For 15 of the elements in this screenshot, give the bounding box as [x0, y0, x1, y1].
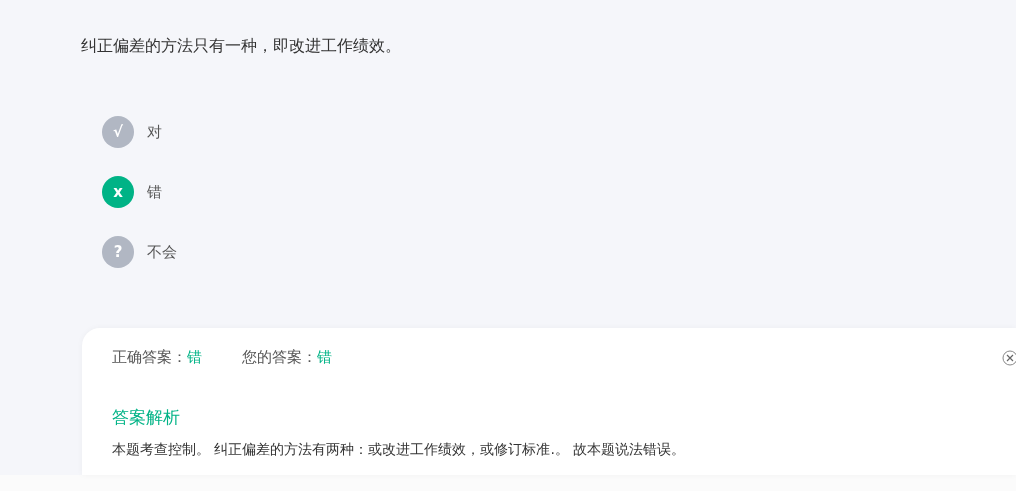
option-mark: x: [102, 176, 134, 208]
analysis-text: 本题考查控制。 纠正偏差的方法有两种：或改进工作绩效，或修订标准.。 故本题说法错误。: [112, 441, 687, 459]
question-text: 纠正偏差的方法只有一种，即改进工作绩效。: [81, 35, 402, 57]
answer-option[interactable]: x 错: [102, 176, 162, 208]
correct-answer: 正确答案：错: [112, 347, 202, 367]
option-label: 对: [147, 122, 162, 142]
close-icon[interactable]: [1002, 350, 1016, 366]
option-label: 不会: [147, 242, 177, 262]
analysis-title: 答案解析: [112, 406, 181, 429]
answer-option[interactable]: ? 不会: [102, 236, 177, 268]
your-answer: 您的答案：错: [242, 347, 332, 367]
option-mark: ?: [102, 236, 134, 268]
option-label: 错: [147, 182, 162, 202]
answer-option[interactable]: √ 对: [102, 116, 162, 148]
option-mark: √: [102, 116, 134, 148]
